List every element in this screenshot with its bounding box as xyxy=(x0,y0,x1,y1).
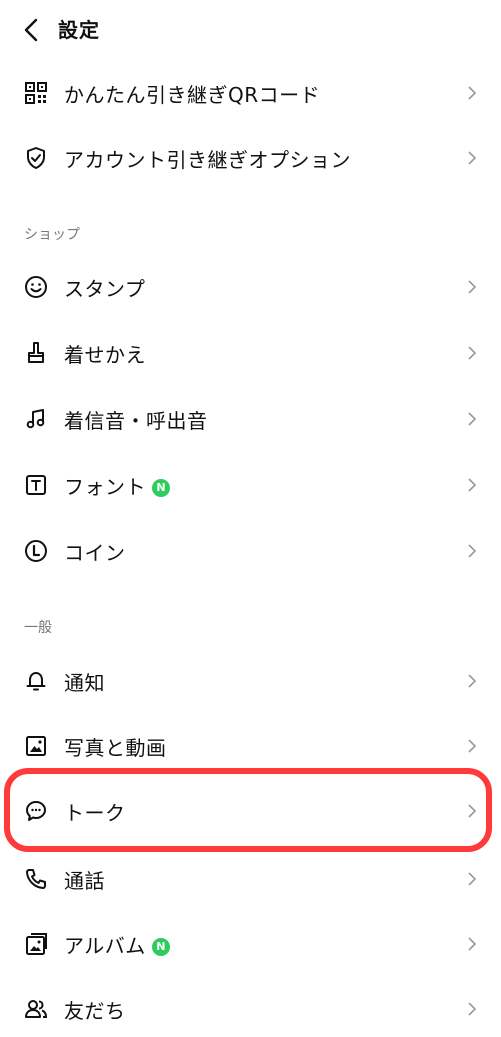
header: 設定 xyxy=(0,0,501,60)
row-label: 写真と動画 xyxy=(64,736,167,760)
chevron-right-icon xyxy=(468,674,477,688)
chevron-right-icon xyxy=(468,478,477,492)
row-label-text: フォント xyxy=(64,475,146,499)
page-title: 設定 xyxy=(58,18,100,42)
chevron-right-icon xyxy=(468,739,477,753)
chevron-right-icon xyxy=(468,280,477,294)
smiley-icon xyxy=(25,276,47,298)
phone-icon xyxy=(26,869,46,889)
row-friends[interactable]: 友だち xyxy=(0,981,501,1037)
row-label: 着せかえ xyxy=(64,343,146,367)
friends-icon xyxy=(25,1000,48,1018)
section-heading-general: 一般 xyxy=(24,620,52,636)
row-qr-handover[interactable]: かんたん引き継ぎQRコード xyxy=(0,65,501,121)
new-badge: N xyxy=(151,938,170,956)
chevron-right-icon xyxy=(468,544,477,558)
bell-icon xyxy=(26,672,46,691)
row-label: アルバム N xyxy=(64,930,170,959)
back-arrow-icon[interactable] xyxy=(20,17,44,43)
row-album[interactable]: アルバム N xyxy=(0,916,501,972)
text-t-icon xyxy=(26,475,46,495)
row-fonts[interactable]: フォント N xyxy=(0,457,501,513)
chevron-right-icon xyxy=(468,86,477,100)
row-themes[interactable]: 着せかえ xyxy=(0,325,501,381)
row-label: 着信音・呼出音 xyxy=(64,409,208,433)
row-label: アカウント引き継ぎオプション xyxy=(64,148,351,172)
section-heading-shop: ショップ xyxy=(24,227,80,243)
row-label-text: アルバム xyxy=(64,934,146,958)
row-label: スタンプ xyxy=(64,277,146,301)
chevron-right-icon xyxy=(468,1002,477,1016)
chevron-right-icon xyxy=(468,872,477,886)
new-badge: N xyxy=(152,479,170,497)
settings-screen: 設定 かんたん引き継ぎQRコード アカウント引き継ぎオプション ショップ スタン… xyxy=(0,0,501,1024)
row-account-handover[interactable]: アカウント引き継ぎオプション xyxy=(0,130,501,186)
row-photos-videos[interactable]: 写真と動画 xyxy=(0,718,501,774)
image-icon xyxy=(26,736,46,756)
row-coins[interactable]: コイン xyxy=(0,523,501,579)
qr-code-icon xyxy=(25,82,47,104)
album-icon xyxy=(26,933,47,955)
coin-icon xyxy=(25,540,47,562)
brush-icon xyxy=(28,342,44,363)
row-label: 友だち xyxy=(64,999,126,1023)
highlight-frame xyxy=(4,768,492,852)
chevron-right-icon xyxy=(468,346,477,360)
chevron-right-icon xyxy=(468,151,477,165)
row-label: かんたん引き継ぎQRコード xyxy=(64,83,321,107)
chevron-right-icon xyxy=(468,412,477,426)
row-ringtones[interactable]: 着信音・呼出音 xyxy=(0,391,501,447)
music-note-icon xyxy=(26,409,45,429)
row-label: フォント N xyxy=(64,471,170,500)
row-label: コイン xyxy=(64,541,126,565)
row-notifications[interactable]: 通知 xyxy=(0,653,501,709)
row-label: 通知 xyxy=(64,671,105,695)
shield-check-icon xyxy=(27,147,45,169)
row-label: 通話 xyxy=(64,869,105,893)
chevron-right-icon xyxy=(468,937,477,951)
row-calls[interactable]: 通話 xyxy=(0,851,501,907)
row-stickers[interactable]: スタンプ xyxy=(0,259,501,315)
